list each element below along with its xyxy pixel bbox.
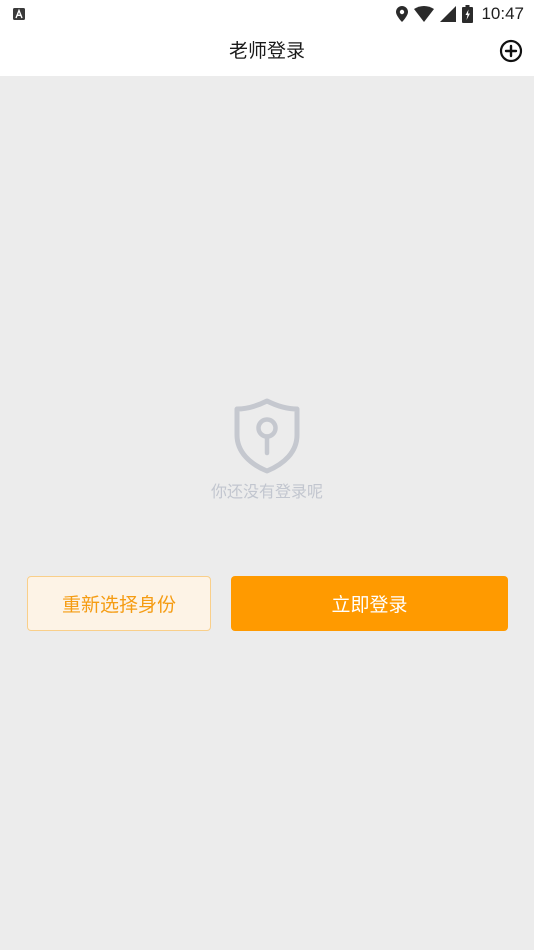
location-icon (396, 6, 409, 22)
shield-lock-icon (234, 398, 300, 474)
title-bar: 老师登录 (0, 28, 534, 76)
status-icons: 10:47 (396, 4, 524, 24)
empty-state: 你还没有登录呢 (0, 398, 534, 502)
main-content: 你还没有登录呢 重新选择身份 立即登录 (0, 76, 534, 950)
screen: 10:47 老师登录 你还没有登录呢 重新选择身份 立即登录 (0, 0, 534, 950)
empty-state-message: 你还没有登录呢 (210, 482, 323, 501)
status-time: 10:47 (481, 4, 524, 23)
wifi-icon (414, 6, 435, 22)
reselect-identity-button[interactable]: 重新选择身份 (27, 576, 211, 631)
battery-icon (462, 5, 474, 23)
page-title: 老师登录 (228, 40, 305, 62)
status-bar: 10:47 (0, 0, 534, 28)
login-now-button[interactable]: 立即登录 (231, 576, 508, 631)
add-circle-icon[interactable] (499, 39, 523, 63)
signal-icon (440, 6, 457, 22)
notification-a-icon (13, 8, 25, 20)
